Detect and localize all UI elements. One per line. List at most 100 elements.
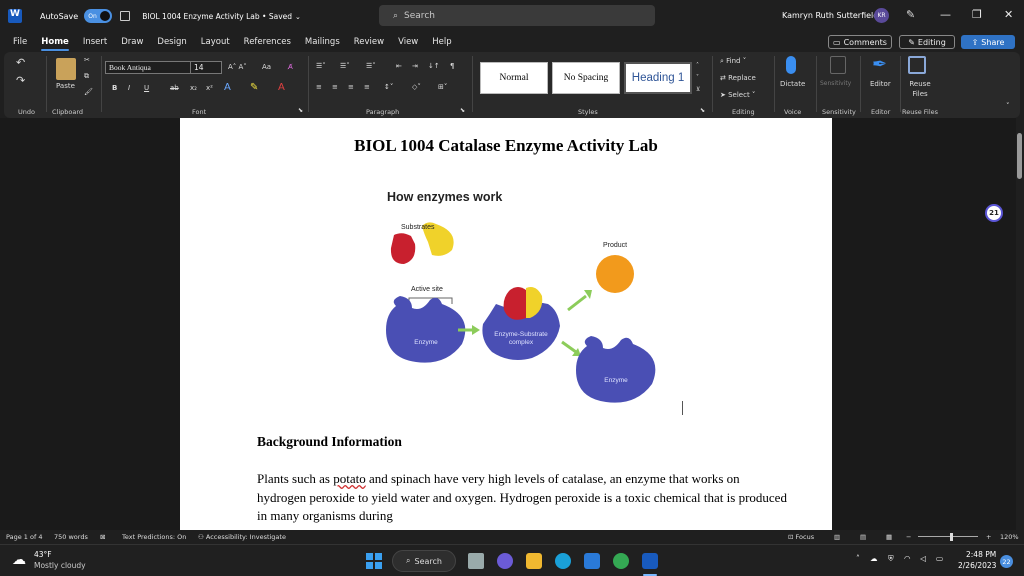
justify-icon[interactable]: ≡ (364, 83, 370, 91)
store-icon[interactable] (584, 553, 600, 569)
tab-design[interactable]: Design (150, 32, 193, 52)
accessibility-status[interactable]: ⚇ Accessibility: Investigate (198, 533, 286, 541)
page-count[interactable]: Page 1 of 4 (6, 533, 42, 541)
zoom-in-icon[interactable]: + (986, 533, 991, 541)
spelling-flagged-word[interactable]: potato (333, 471, 366, 486)
document-page[interactable]: BIOL 1004 Catalase Enzyme Activity Lab H… (180, 118, 832, 530)
redo-icon[interactable]: ↷ (16, 74, 25, 87)
shading-icon[interactable]: ◇˅ (412, 83, 421, 91)
close-icon[interactable]: ✕ (1004, 8, 1013, 21)
sensitivity-icon[interactable] (830, 56, 846, 74)
font-dialog-launcher-icon[interactable]: ⬊ (298, 107, 303, 114)
paragraph-dialog-launcher-icon[interactable]: ⬊ (460, 107, 465, 114)
avatar[interactable]: KR (874, 8, 889, 23)
weather-cloud-icon[interactable]: ☁ (12, 552, 26, 568)
copy-icon[interactable]: ⧉ (84, 72, 89, 81)
styles-dialog-launcher-icon[interactable]: ⬊ (700, 107, 705, 114)
pen-icon[interactable]: ✎ (906, 8, 915, 21)
font-size-select[interactable]: 14 (190, 61, 222, 74)
zoom-slider-handle[interactable] (950, 533, 953, 541)
scrollbar-thumb[interactable] (1017, 133, 1022, 179)
reuse-files-label[interactable]: Reuse Files (908, 79, 932, 99)
focus-button[interactable]: ⊡ Focus (788, 533, 814, 541)
italic-icon[interactable]: I (128, 84, 130, 92)
editing-mode-button[interactable]: ✎ Editing (899, 35, 955, 49)
highlight-icon[interactable]: ✎ (250, 82, 258, 93)
tab-references[interactable]: References (237, 32, 298, 52)
style-no-spacing[interactable]: No Spacing (552, 62, 620, 94)
file-explorer-icon[interactable] (526, 553, 542, 569)
underline-icon[interactable]: U (144, 84, 149, 92)
minimize-icon[interactable]: — (940, 8, 951, 21)
reuse-files-icon[interactable] (908, 56, 926, 74)
tab-layout[interactable]: Layout (194, 32, 237, 52)
tab-help[interactable]: Help (425, 32, 458, 52)
decrease-indent-icon[interactable]: ⇤ (396, 62, 402, 70)
chat-icon[interactable] (497, 553, 513, 569)
volume-icon[interactable]: ◁ (920, 554, 926, 563)
microphone-icon[interactable] (786, 56, 796, 74)
undo-icon[interactable]: ↶ (16, 56, 25, 69)
styles-scroll-up-icon[interactable]: ˄ (696, 62, 699, 69)
select-button[interactable]: ➤ Select ˅ (720, 91, 755, 99)
paste-icon[interactable] (56, 58, 76, 80)
print-layout-icon[interactable]: ▤ (860, 533, 866, 541)
style-heading-1[interactable]: Heading 1 (624, 62, 692, 94)
comment-count-badge[interactable]: 21 (985, 204, 1003, 222)
weather-temperature[interactable]: 43°F (34, 550, 52, 559)
numbering-icon[interactable]: ☰˅ (340, 62, 350, 70)
superscript-icon[interactable]: x² (206, 84, 213, 92)
tab-insert[interactable]: Insert (76, 32, 114, 52)
vertical-scrollbar[interactable] (1016, 118, 1024, 530)
align-left-icon[interactable]: ≡ (316, 83, 322, 91)
document-title[interactable]: BIOL 1004 Enzyme Activity Lab • Saved ⌄ (142, 12, 301, 21)
line-spacing-icon[interactable]: ↕˅ (384, 83, 393, 91)
proofing-icon[interactable]: ⊠ (100, 533, 105, 541)
strikethrough-icon[interactable]: ab (170, 84, 179, 92)
font-color-icon[interactable]: A (278, 82, 285, 93)
user-name[interactable]: Kamryn Ruth Sutterfield (782, 11, 878, 20)
editor-icon[interactable]: ✒ (872, 54, 887, 75)
taskbar-search[interactable]: ⌕ Search (392, 550, 456, 572)
word-count[interactable]: 750 words (54, 533, 88, 541)
clock-time[interactable]: 2:48 PM (966, 550, 996, 559)
task-view-icon[interactable] (468, 553, 484, 569)
dictate-label[interactable]: Dictate (780, 80, 805, 88)
styles-scroll-down-icon[interactable]: ˅ (696, 74, 699, 81)
zoom-level[interactable]: 120% (1000, 533, 1019, 541)
wifi-icon[interactable]: ◠ (904, 554, 911, 563)
text-effects-icon[interactable]: A (224, 82, 231, 93)
style-normal[interactable]: Normal (480, 62, 548, 94)
align-center-icon[interactable]: ≡ (332, 83, 338, 91)
notification-badge[interactable]: 22 (1000, 555, 1013, 568)
align-right-icon[interactable]: ≡ (348, 83, 354, 91)
zoom-slider[interactable] (918, 536, 978, 537)
tab-review[interactable]: Review (347, 32, 391, 52)
windows-start-icon[interactable] (366, 553, 382, 569)
battery-icon[interactable]: ▭ (936, 554, 943, 563)
edge-icon[interactable] (555, 553, 571, 569)
cut-icon[interactable]: ✂ (84, 56, 90, 64)
text-predictions[interactable]: Text Predictions: On (122, 533, 186, 541)
change-case-icon[interactable]: Aa (262, 63, 271, 71)
web-layout-icon[interactable]: ▦ (886, 533, 892, 541)
bold-icon[interactable]: B (112, 84, 117, 92)
tab-home[interactable]: Home (34, 32, 76, 52)
tab-draw[interactable]: Draw (114, 32, 150, 52)
collapse-ribbon-icon[interactable]: ˅ (1006, 102, 1010, 110)
subscript-icon[interactable]: x₂ (190, 84, 197, 92)
borders-icon[interactable]: ⊞˅ (438, 83, 447, 91)
restore-icon[interactable]: ❐ (972, 8, 982, 21)
find-button[interactable]: ⌕ Find ˅ (720, 57, 746, 66)
search-input[interactable]: ⌕ Search (379, 5, 655, 26)
format-painter-icon[interactable]: 🖌 (84, 88, 93, 96)
sensitivity-label[interactable]: Sensitivity (820, 80, 851, 87)
share-button[interactable]: ⇪ Share (961, 35, 1015, 49)
word-taskbar-icon[interactable] (642, 553, 658, 569)
tab-file[interactable]: File (6, 32, 34, 52)
comments-button[interactable]: ▭ Comments (828, 35, 892, 49)
clear-format-icon[interactable]: A̸ (288, 63, 293, 71)
zoom-out-icon[interactable]: − (906, 533, 911, 541)
show-marks-icon[interactable]: ¶ (450, 62, 454, 70)
editor-label[interactable]: Editor (870, 80, 891, 88)
